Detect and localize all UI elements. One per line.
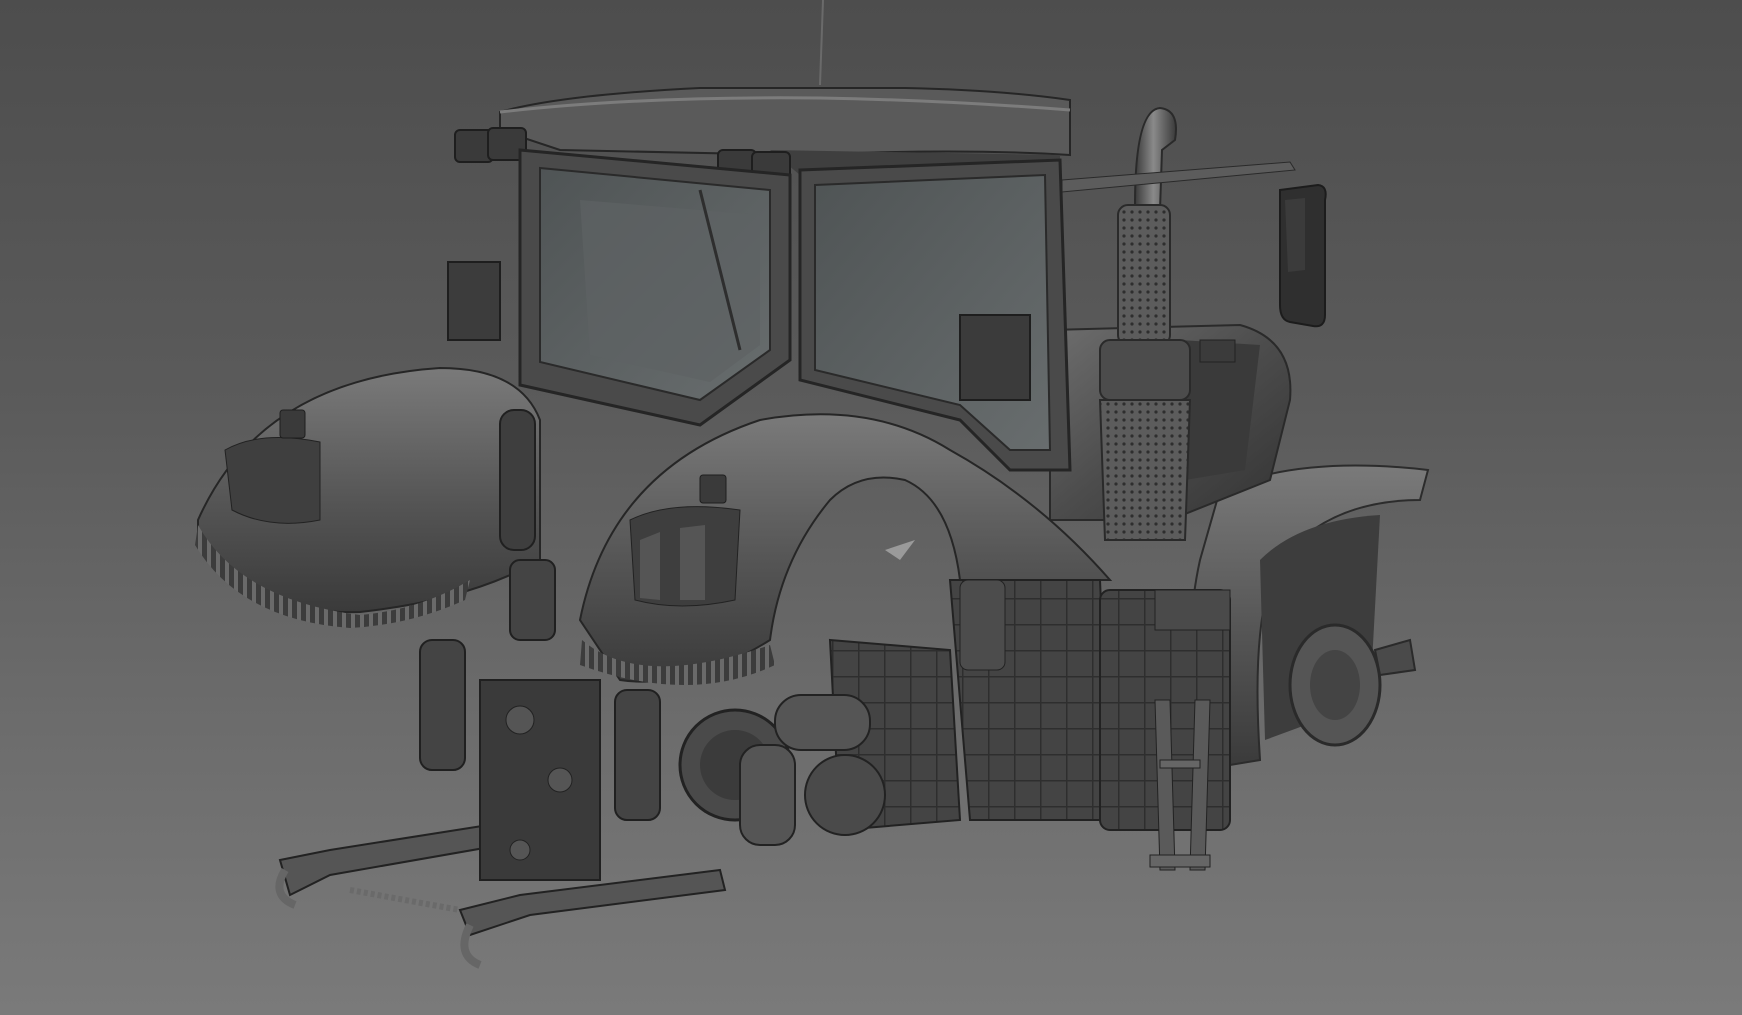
- 3d-viewport[interactable]: [0, 0, 1742, 1015]
- tractor-model-render: [195, 0, 1430, 969]
- cab: [447, 87, 1072, 472]
- side-mirror: [1061, 161, 1327, 328]
- left-rear-fender: [195, 366, 541, 628]
- fuel-tank: [948, 579, 1231, 871]
- antenna: [819, 0, 824, 86]
